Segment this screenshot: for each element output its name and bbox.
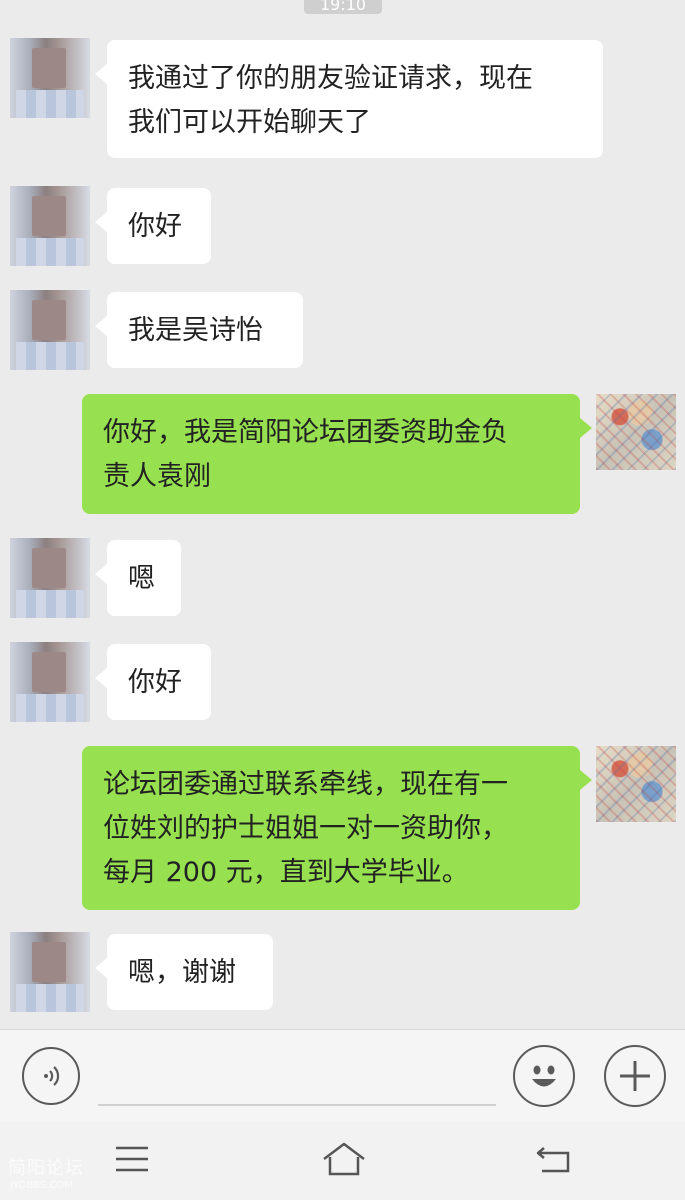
- message-input[interactable]: [98, 1104, 496, 1106]
- contact-avatar[interactable]: [10, 38, 90, 118]
- watermark-url: JYOBBS.COM: [10, 1180, 73, 1191]
- message-bubble[interactable]: 我通过了你的朋友验证请求，现在 我们可以开始聊天了: [95, 40, 603, 158]
- voice-input-button[interactable]: [22, 1047, 80, 1105]
- timestamp: 19:10: [304, 0, 382, 14]
- add-button[interactable]: [604, 1045, 666, 1107]
- watermark: 简阳论坛: [8, 1158, 84, 1179]
- message-line: 责人袁刚: [103, 461, 211, 492]
- message-line: 嗯，谢谢: [128, 957, 236, 988]
- emoji-button[interactable]: [513, 1045, 575, 1107]
- voice-icon: [44, 1066, 60, 1086]
- message-line: 我们可以开始聊天了: [128, 107, 371, 138]
- contact-avatar[interactable]: [10, 642, 90, 722]
- menu-icon[interactable]: [114, 1145, 150, 1173]
- message-bubble[interactable]: 你好: [95, 188, 211, 264]
- contact-avatar[interactable]: [10, 932, 90, 1012]
- self-avatar[interactable]: [596, 746, 676, 822]
- contact-avatar[interactable]: [10, 538, 90, 618]
- back-icon[interactable]: [534, 1143, 574, 1175]
- message-line: 每月 200 元，直到大学毕业。: [103, 857, 469, 888]
- system-nav-bar: [0, 1121, 685, 1200]
- message-bubble[interactable]: 我是吴诗怡: [95, 292, 303, 368]
- message-line: 我通过了你的朋友验证请求，现在: [128, 63, 533, 94]
- self-avatar[interactable]: [596, 394, 676, 470]
- message-bubble[interactable]: 论坛团委通过联系牵线，现在有一 位姓刘的护士姐姐一对一资助你， 每月 200 元…: [82, 746, 592, 910]
- message-line: 我是吴诗怡: [128, 315, 263, 346]
- message-bubble[interactable]: 嗯，谢谢: [95, 934, 273, 1010]
- message-line: 你好，我是简阳论坛团委资助金负: [103, 417, 508, 448]
- chat-input-bar: [0, 1029, 685, 1122]
- message-line: 嗯: [128, 563, 155, 594]
- message-line: 你好: [128, 667, 182, 698]
- home-icon[interactable]: [320, 1141, 368, 1177]
- message-bubble[interactable]: 你好: [95, 644, 211, 720]
- message-line: 位姓刘的护士姐姐一对一资助你，: [103, 813, 508, 844]
- plus-icon: [620, 1061, 650, 1091]
- message-bubble[interactable]: 你好，我是简阳论坛团委资助金负 责人袁刚: [82, 394, 592, 514]
- message-bubble[interactable]: 嗯: [95, 540, 181, 616]
- contact-avatar[interactable]: [10, 290, 90, 370]
- contact-avatar[interactable]: [10, 186, 90, 266]
- message-line: 论坛团委通过联系牵线，现在有一: [103, 769, 508, 800]
- emoji-icon: [532, 1065, 556, 1087]
- message-line: 你好: [128, 211, 182, 242]
